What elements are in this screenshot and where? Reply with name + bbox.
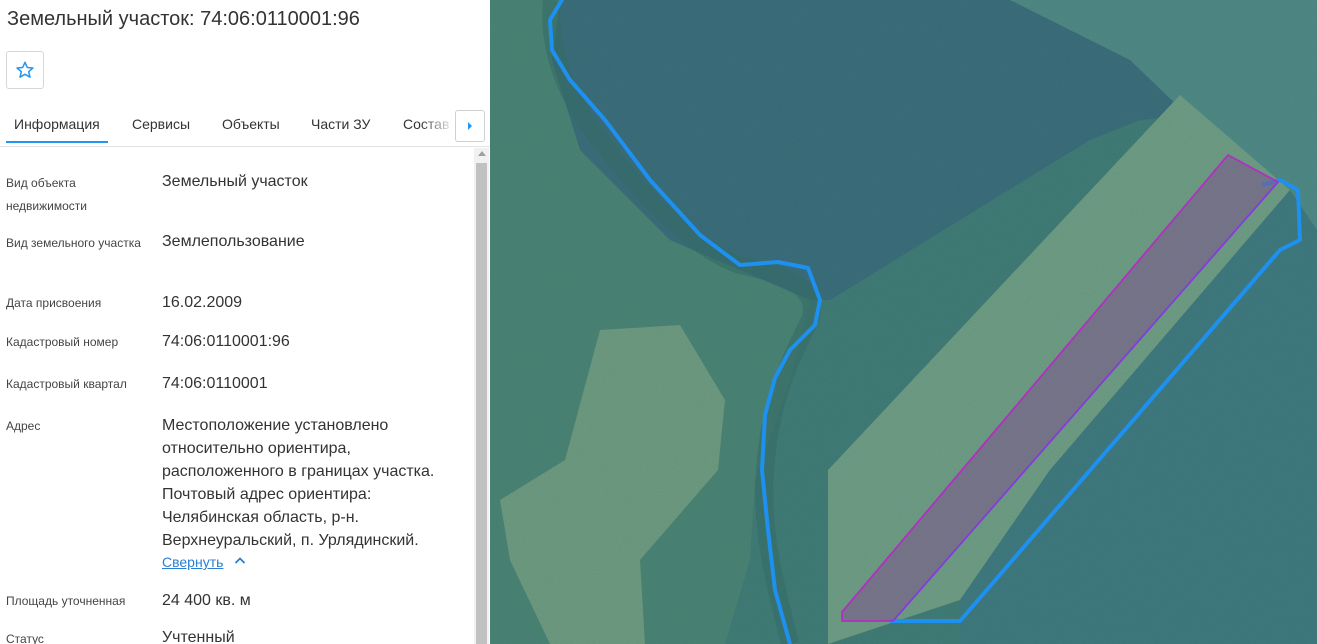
favorite-button[interactable] <box>6 51 44 89</box>
info-panel: Земельный участок: 74:06:0110001:96 Инфо… <box>0 0 490 644</box>
address-value: Местоположение установлено относительно … <box>162 414 462 552</box>
tab-parcel-parts[interactable]: Части ЗУ <box>311 116 370 132</box>
cadastral-quarter-label: Кадастровый квартал <box>6 377 127 391</box>
chevron-up-icon[interactable] <box>234 556 246 566</box>
area-label: Площадь уточненная <box>6 594 126 608</box>
address-line: Местоположение установлено <box>162 417 389 434</box>
object-type-label: Вид объекта недвижимости <box>6 176 87 213</box>
caret-right-icon <box>468 122 472 130</box>
active-tab-indicator <box>6 141 108 143</box>
address-line: Верхнеуральский, п. Урлядинский. <box>162 532 419 549</box>
star-outline-icon <box>16 61 34 78</box>
land-type-label: Вид земельного участка <box>6 236 141 250</box>
cadastral-number-value: 74:06:0110001:96 <box>162 333 290 350</box>
object-type-value: Земельный участок <box>162 173 308 190</box>
tab-information[interactable]: Информация <box>14 116 100 132</box>
address-line: относительно ориентира, <box>162 440 351 457</box>
cadastral-number-label: Кадастровый номер <box>6 335 119 349</box>
tab-objects[interactable]: Объекты <box>222 116 280 132</box>
address-label: Адрес <box>6 419 41 433</box>
address-line: Челябинская область, р-н. <box>162 509 359 526</box>
map-canvas[interactable] <box>490 0 1317 644</box>
area-value: 24 400 кв. м <box>162 592 251 609</box>
assigned-date-label: Дата присвоения <box>6 296 102 310</box>
scrollbar-thumb[interactable] <box>476 163 487 644</box>
tabs-next-button[interactable] <box>455 110 485 142</box>
land-type-value: Землепользование <box>162 233 305 250</box>
tabs-fade <box>420 102 455 142</box>
address-line: расположенного в границах участка. <box>162 463 435 480</box>
assigned-date-value: 16.02.2009 <box>162 294 243 311</box>
tab-bar: Информация Сервисы Объекты Части ЗУ Сост… <box>0 100 490 147</box>
status-label: Статус <box>6 632 44 644</box>
tab-services[interactable]: Сервисы <box>132 116 190 132</box>
scroll-up-arrow[interactable] <box>478 151 486 156</box>
address-line: Почтовый адрес ориентира: <box>162 486 372 503</box>
cadastral-quarter-value: 74:06:0110001 <box>162 375 268 392</box>
page-title: Земельный участок: 74:06:0110001:96 <box>7 8 360 30</box>
satellite-map[interactable] <box>490 0 1317 644</box>
status-value: Учтенный <box>162 629 235 644</box>
collapse-address-link[interactable]: Свернуть <box>162 554 223 570</box>
